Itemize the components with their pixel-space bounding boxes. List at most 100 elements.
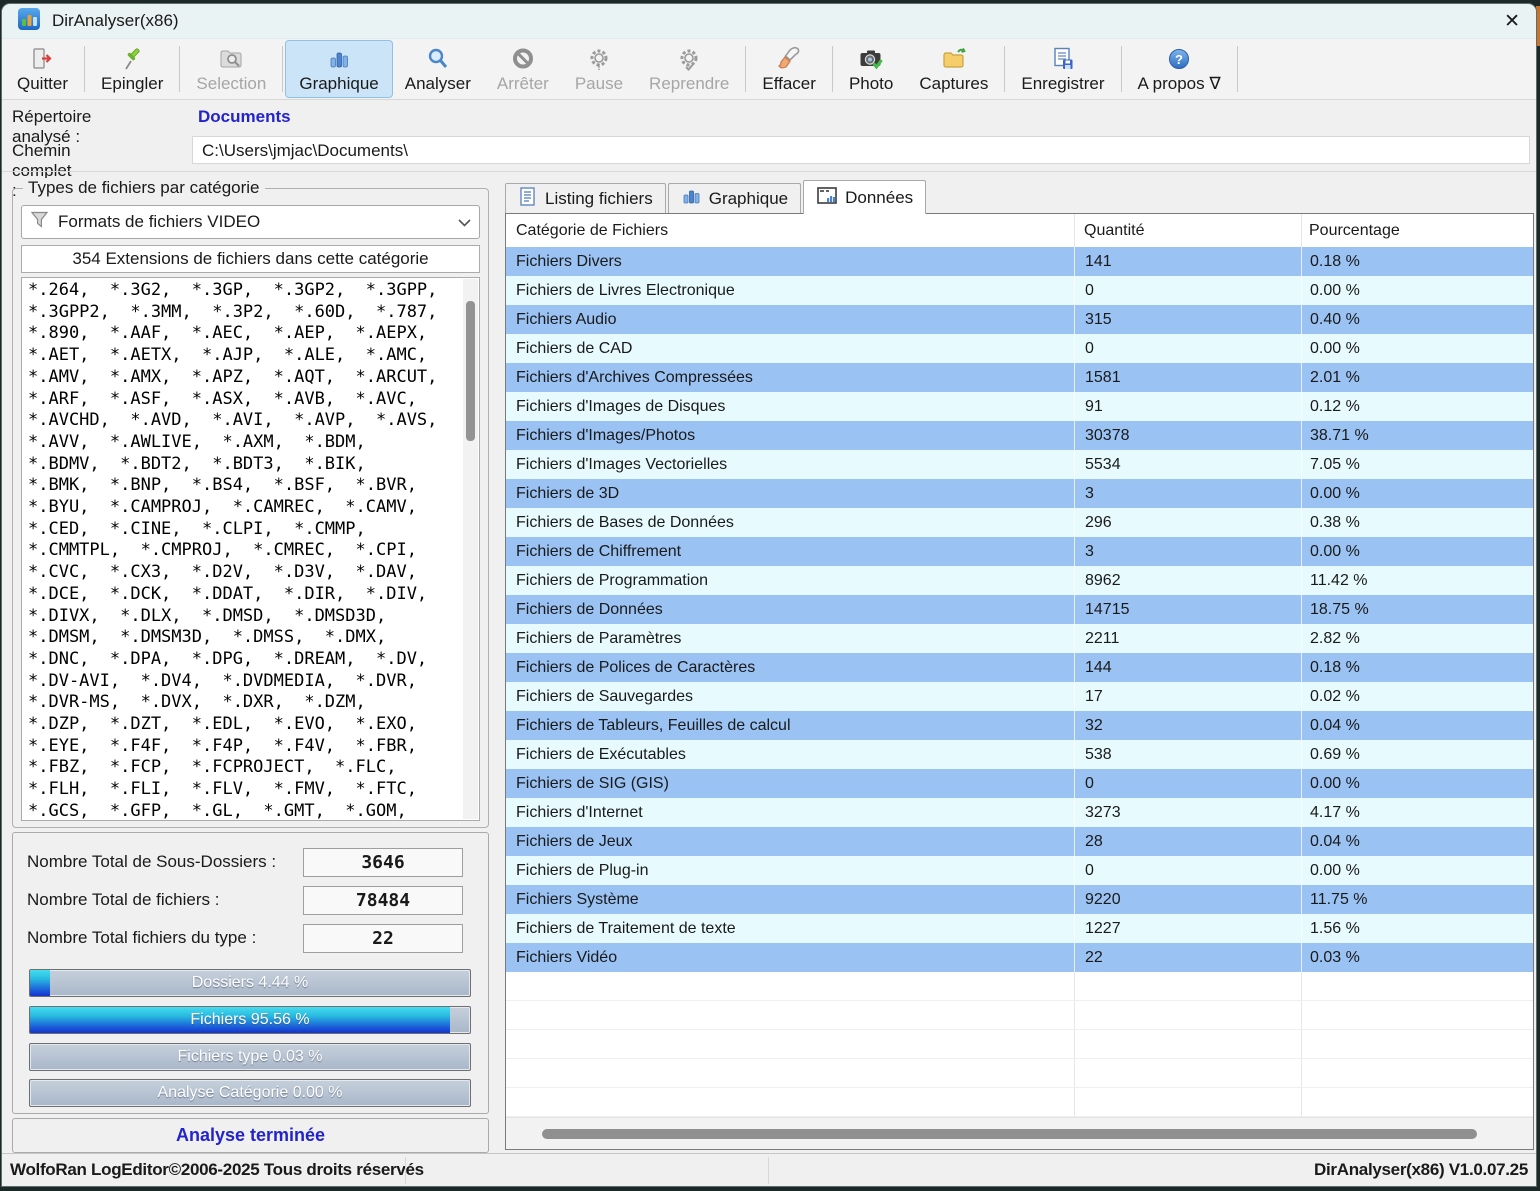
category-cell: Fichiers Vidéo (506, 943, 1074, 972)
percentage-cell: 11.42 % (1301, 566, 1533, 595)
progress-bar-fichiers: Fichiers 95.56 % (29, 1006, 471, 1034)
quantity-cell: 91 (1074, 392, 1301, 421)
percentage-cell: 4.17 % (1301, 798, 1533, 827)
category-cell: Fichiers de Exécutables (506, 740, 1074, 769)
percentage-cell: 0.00 % (1301, 537, 1533, 566)
toolbar-button-apropos[interactable]: ? A propos ∇ (1125, 41, 1234, 97)
toolbar-button-analyser[interactable]: Analyser (392, 41, 484, 97)
table-row[interactable]: Fichiers Divers 141 0.18 % (506, 247, 1533, 276)
quantity-cell: 14715 (1074, 595, 1301, 624)
toolbar-button-label: Quitter (17, 74, 68, 94)
status-bar: WolfoRan LogEditor©2006-2025 Tous droits… (2, 1153, 1536, 1186)
table-row[interactable]: Fichiers de Traitement de texte 1227 1.5… (506, 914, 1533, 943)
quantity-cell: 141 (1074, 247, 1301, 276)
section-divider (2, 171, 1536, 172)
table-row[interactable]: Fichiers de CAD 0 0.00 % (506, 334, 1533, 363)
magnifier-icon (425, 45, 451, 73)
extensions-count-header: 354 Extensions de fichiers dans cette ca… (21, 245, 480, 273)
table-row[interactable]: Fichiers de Données 14715 18.75 % (506, 595, 1533, 624)
toolbar-button-effacer[interactable]: Effacer (749, 41, 829, 97)
table-row[interactable]: Fichiers d'Archives Compressées 1581 2.0… (506, 363, 1533, 392)
column-header-pourcentage[interactable]: Pourcentage (1301, 222, 1533, 240)
category-cell: Fichiers d'Images Vectorielles (506, 450, 1074, 479)
category-cell: Fichiers de Traitement de texte (506, 914, 1074, 943)
category-cell: Fichiers de Livres Electronique (506, 276, 1074, 305)
percentage-cell: 0.00 % (1301, 276, 1533, 305)
table-row[interactable]: Fichiers de Programmation 8962 11.42 % (506, 566, 1533, 595)
column-header-quantite[interactable]: Quantité (1074, 222, 1301, 240)
toolbar-button-arreter[interactable]: Arrêter (484, 41, 562, 97)
tab-donnees[interactable]: Données (803, 180, 926, 214)
toolbar-button-enregistrer[interactable]: Enregistrer (1008, 41, 1117, 97)
screen: DirAnalyser(x86) ✕ Quitter Epingler Sele… (0, 0, 1540, 1191)
stop-icon (510, 45, 536, 73)
quantity-cell: 32 (1074, 711, 1301, 740)
progress-label: Fichiers type 0.03 % (30, 1044, 470, 1070)
tab-bar: Listing fichiers Graphique Données (505, 181, 928, 213)
category-cell: Fichiers Divers (506, 247, 1074, 276)
extensions-scrollbar-thumb[interactable] (466, 301, 475, 441)
percentage-cell: 7.05 % (1301, 450, 1533, 479)
toolbar-button-graphique[interactable]: Graphique (286, 41, 391, 97)
table-row[interactable]: Fichiers d'Images Vectorielles 5534 7.05… (506, 450, 1533, 479)
close-button[interactable]: ✕ (1504, 12, 1520, 31)
table-row[interactable]: Fichiers de 3D 3 0.00 % (506, 479, 1533, 508)
percentage-cell: 0.04 % (1301, 711, 1533, 740)
table-row[interactable]: Fichiers d'Images de Disques 91 0.12 % (506, 392, 1533, 421)
app-icon (18, 8, 40, 35)
toolbar-button-reprendre[interactable]: Reprendre (636, 41, 742, 97)
column-header-categorie[interactable]: Catégorie de Fichiers (506, 222, 1074, 240)
full-path-field[interactable]: C:\Users\jmjac\Documents\ (192, 136, 1530, 164)
toolbar-button-label: Graphique (299, 74, 378, 94)
table-row[interactable]: Fichiers de Sauvegardes 17 0.02 % (506, 682, 1533, 711)
tab-graphique[interactable]: Graphique (668, 183, 801, 213)
toolbar-button-label: Effacer (762, 74, 816, 94)
toolbar-button-label: Reprendre (649, 74, 729, 94)
progress-label: Analyse Catégorie 0.00 % (30, 1080, 470, 1106)
table-row[interactable]: Fichiers de Polices de Caractères 144 0.… (506, 653, 1533, 682)
data-table-frame: Catégorie de Fichiers Quantité Pourcenta… (505, 213, 1534, 1150)
horizontal-scrollbar[interactable] (506, 1117, 1533, 1149)
toolbar-button-selection[interactable]: Selection (183, 41, 279, 97)
toolbar-button-epingler[interactable]: Epingler (88, 41, 176, 97)
toolbar-button-label: Captures (919, 74, 988, 94)
quantity-cell: 0 (1074, 856, 1301, 885)
table-row[interactable]: Fichiers Vidéo 22 0.03 % (506, 943, 1533, 972)
table-row[interactable]: Fichiers Audio 315 0.40 % (506, 305, 1533, 334)
quantity-cell: 9220 (1074, 885, 1301, 914)
tab-listing-fichiers[interactable]: Listing fichiers (505, 183, 666, 213)
quantity-cell: 3273 (1074, 798, 1301, 827)
horizontal-scrollbar-thumb[interactable] (542, 1129, 1477, 1139)
extensions-list[interactable]: *.264, *.3G2, *.3GP, *.3GP2, *.3GPP, *.3… (21, 277, 480, 821)
table-row[interactable]: Fichiers de Jeux 28 0.04 % (506, 827, 1533, 856)
stat-type-files-label: Nombre Total fichiers du type : (27, 923, 256, 953)
table-row[interactable]: Fichiers de Plug-in 0 0.00 % (506, 856, 1533, 885)
toolbar-button-label: Epingler (101, 74, 163, 94)
toolbar-button-photo[interactable]: Photo (836, 41, 906, 97)
table-header: Catégorie de Fichiers Quantité Pourcenta… (506, 214, 1533, 247)
toolbar-separator (1121, 46, 1122, 92)
table-row[interactable]: Fichiers de Paramètres 2211 2.82 % (506, 624, 1533, 653)
category-cell: Fichiers d'Internet (506, 798, 1074, 827)
table-row[interactable]: Fichiers de Livres Electronique 0 0.00 % (506, 276, 1533, 305)
toolbar-button-label: Selection (196, 74, 266, 94)
table-row[interactable]: Fichiers de SIG (GIS) 0 0.00 % (506, 769, 1533, 798)
toolbar-button-pause[interactable]: ! Pause (562, 41, 636, 97)
background-window-sliver (1536, 6, 1540, 46)
toolbar-button-quitter[interactable]: Quitter (4, 41, 81, 97)
pushpin-icon (119, 45, 145, 73)
table-row[interactable]: Fichiers d'Images/Photos 30378 38.71 % (506, 421, 1533, 450)
table-row[interactable]: Fichiers de Bases de Données 296 0.38 % (506, 508, 1533, 537)
table-row[interactable]: Fichiers de Exécutables 538 0.69 % (506, 740, 1533, 769)
quantity-cell: 17 (1074, 682, 1301, 711)
quantity-cell: 5534 (1074, 450, 1301, 479)
extensions-scrollbar[interactable] (463, 279, 478, 819)
table-row[interactable]: Fichiers d'Internet 3273 4.17 % (506, 798, 1533, 827)
stat-files-label: Nombre Total de fichiers : (27, 885, 219, 915)
quantity-cell: 30378 (1074, 421, 1301, 450)
table-row[interactable]: Fichiers de Chiffrement 3 0.00 % (506, 537, 1533, 566)
table-row[interactable]: Fichiers de Tableurs, Feuilles de calcul… (506, 711, 1533, 740)
toolbar-button-captures[interactable]: Captures (906, 41, 1001, 97)
table-row[interactable]: Fichiers Système 9220 11.75 % (506, 885, 1533, 914)
category-dropdown[interactable]: Formats de fichiers VIDEO (21, 205, 480, 239)
